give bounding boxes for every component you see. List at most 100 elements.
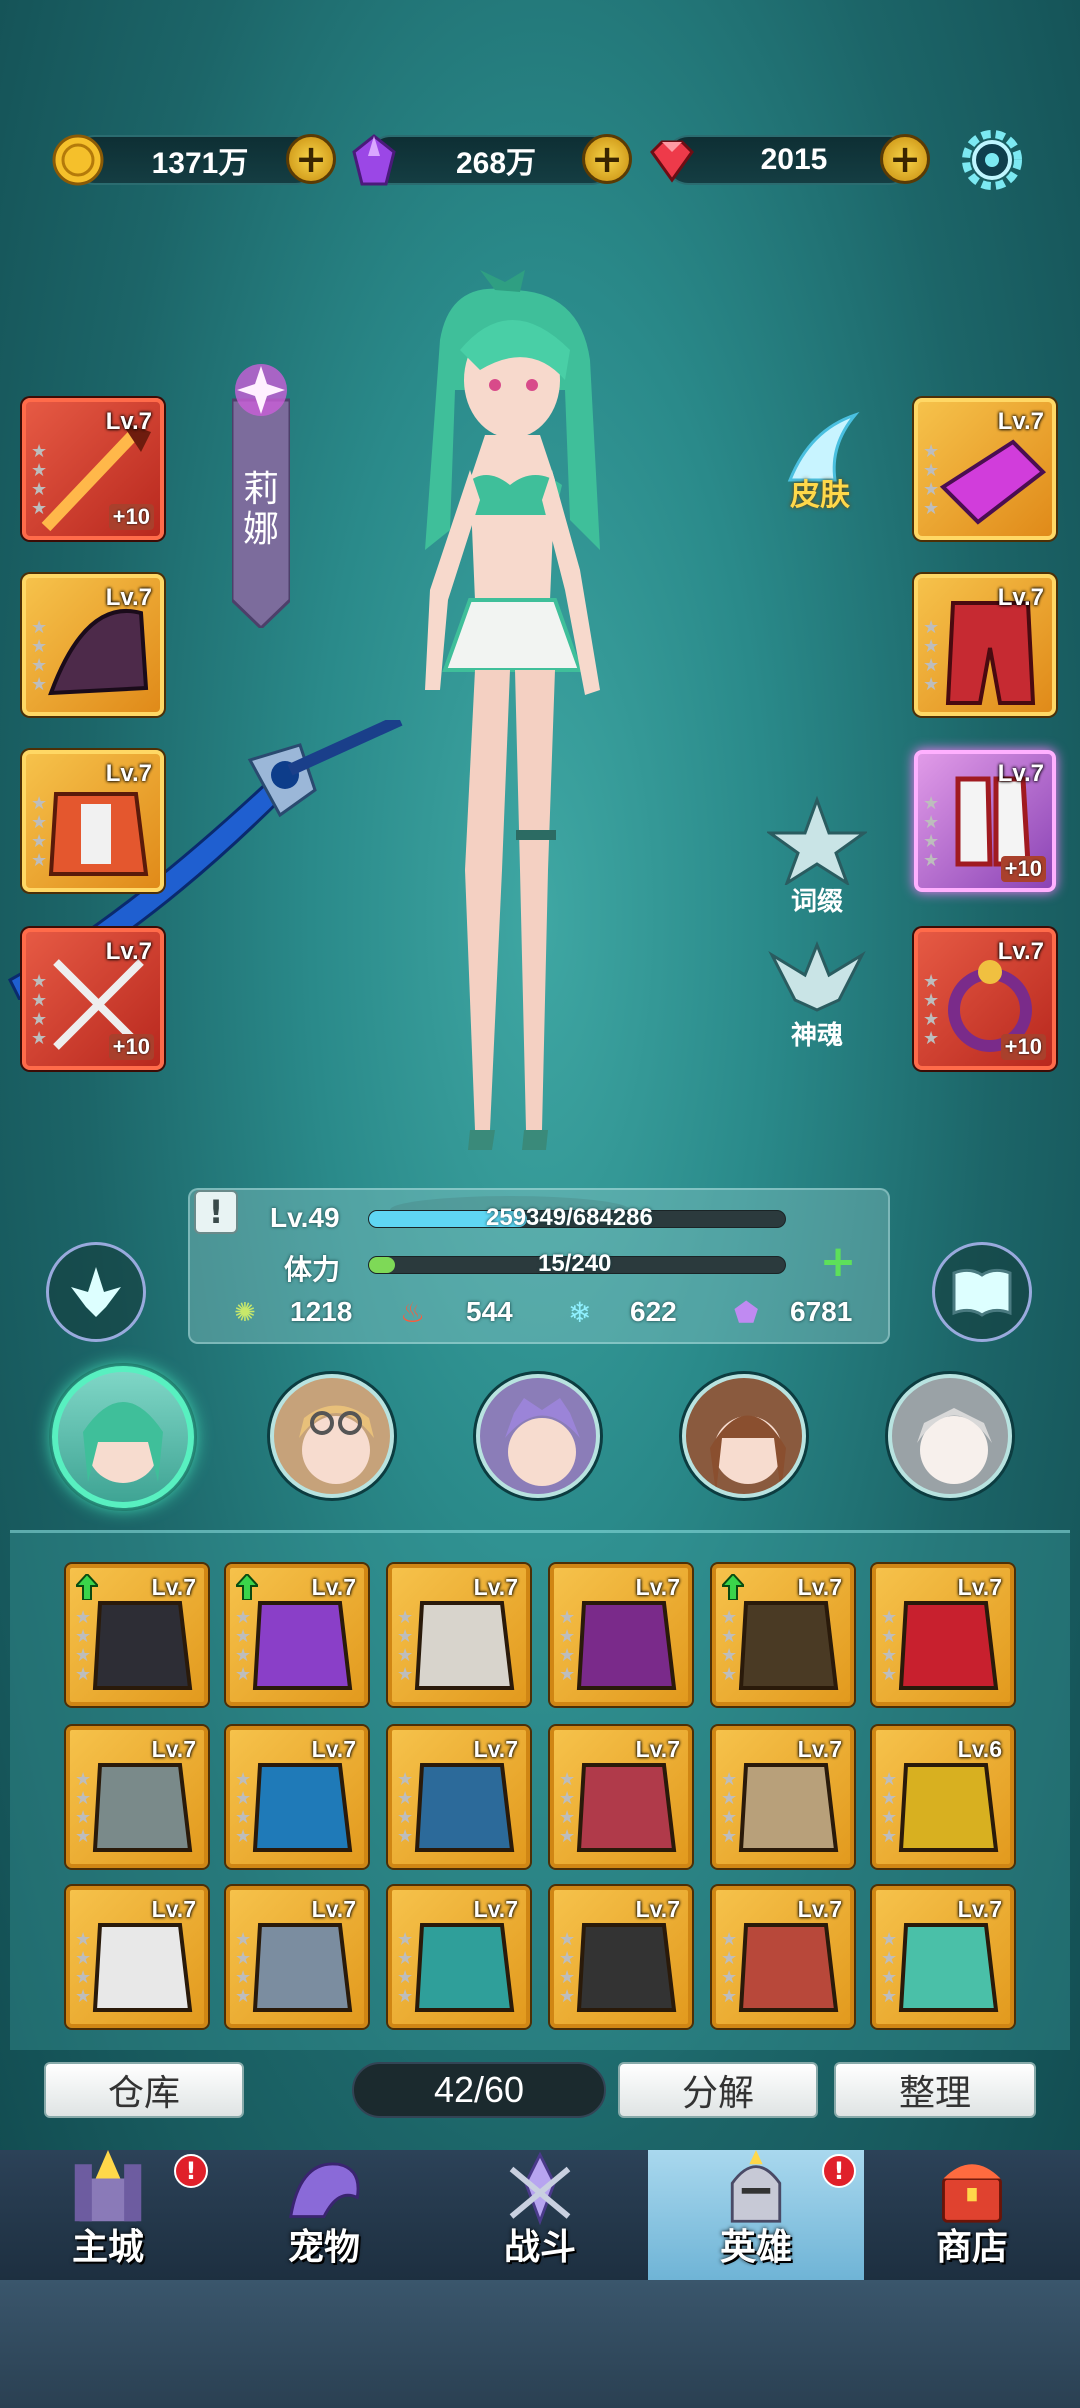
exp-value: 259349/684286 <box>486 1204 653 1231</box>
attr-attack: 1218 <box>290 1296 353 1327</box>
soul-button[interactable]: 神魂 <box>762 935 872 1052</box>
book-icon <box>952 1268 1012 1317</box>
sort-button[interactable]: 整理 <box>834 2062 1036 2118</box>
inventory-item[interactable]: ★ ★ ★ ★ Lv.7 <box>712 1564 854 1706</box>
hero-portrait-4[interactable] <box>682 1374 806 1498</box>
inventory-item[interactable]: ★ ★ ★ ★ Lv.7 <box>226 1564 368 1706</box>
equip-level: Lv.7 <box>105 408 152 435</box>
inventory-item[interactable]: ★ ★ ★ ★ Lv.7 <box>712 1726 854 1868</box>
purple-crystal-icon <box>352 134 396 186</box>
star-rating-icon: ★ ★ ★ ★ <box>235 1929 252 2007</box>
item-level: Lv.7 <box>151 1896 196 1922</box>
inventory-item[interactable]: ★ ★ ★ ★ Lv.6 <box>872 1726 1014 1868</box>
hero-name: 莉 娜 <box>232 470 290 550</box>
affix-label: 词缀 <box>790 887 843 917</box>
item-level: Lv.7 <box>797 1736 842 1762</box>
affix-button[interactable]: 词缀 <box>762 795 872 918</box>
talent-tree-button[interactable] <box>46 1242 146 1342</box>
inventory-item[interactable]: ★ ★ ★ ★ Lv.7 <box>226 1886 368 2028</box>
soul-label: 神魂 <box>790 1021 843 1051</box>
star-rating-icon: ★ ★ ★ ★ <box>923 441 940 519</box>
crystal-display: 268万 + <box>352 134 632 186</box>
item-level: Lv.7 <box>473 1574 518 1600</box>
info-alert-icon[interactable]: ! <box>194 1190 238 1234</box>
shield-icon: ⬟ <box>734 1296 759 1329</box>
equip-slot-helmet[interactable]: ★ ★ ★ ★ Lv.7 <box>22 574 164 716</box>
star-rating-icon: ★ ★ ★ ★ <box>923 793 940 871</box>
inventory-item[interactable]: ★ ★ ★ ★ Lv.7 <box>872 1564 1014 1706</box>
hero-portrait-3[interactable] <box>476 1374 600 1498</box>
red-gem-icon <box>650 140 694 183</box>
nav-pet[interactable]: 宠物 <box>216 2150 432 2280</box>
star-rating-icon: ★ ★ ★ ★ <box>397 1769 414 1847</box>
inventory-item[interactable]: ★ ★ ★ ★ Lv.7 <box>388 1564 530 1706</box>
gold-add-button[interactable]: + <box>286 134 336 184</box>
equip-slot-weapon[interactable]: ★ ★ ★ ★ Lv.7 +10 <box>22 398 164 540</box>
equip-slot-ring[interactable]: ★ ★ ★ ★ Lv.7 +10 <box>914 928 1056 1070</box>
upgrade-arrow-icon <box>722 1574 744 1600</box>
crystal-add-button[interactable]: + <box>582 134 632 184</box>
gold-coin-icon <box>52 134 104 186</box>
attack-icon: ✺ <box>234 1298 256 1328</box>
star-rating-icon: ★ ★ ★ ★ <box>31 441 48 519</box>
gem-display: 2015 + <box>650 134 930 185</box>
equip-level: Lv.7 <box>997 938 1044 965</box>
enhance-level-badge: +10 <box>108 504 154 530</box>
item-level: Lv.7 <box>635 1896 680 1922</box>
inventory-item[interactable]: ★ ★ ★ ★ Lv.7 <box>388 1886 530 2028</box>
hero-portrait-2[interactable] <box>270 1374 394 1498</box>
main-city-alert-icon: ! <box>174 2154 208 2188</box>
gem-add-button[interactable]: + <box>880 134 930 184</box>
star-rating-icon: ★ ★ ★ ★ <box>31 617 48 695</box>
equip-slot-armor[interactable]: ★ ★ ★ ★ Lv.7 <box>22 750 164 892</box>
star-rating-icon: ★ ★ ★ ★ <box>235 1607 252 1685</box>
star-rating-icon: ★ ★ ★ ★ <box>881 1769 898 1847</box>
inventory-item[interactable]: ★ ★ ★ ★ Lv.7 <box>550 1564 692 1706</box>
skin-button[interactable]: 皮肤 <box>770 410 870 514</box>
item-level: Lv.7 <box>151 1574 196 1600</box>
inventory-item[interactable]: ★ ★ ★ ★ Lv.7 <box>66 1564 208 1706</box>
item-level: Lv.7 <box>797 1896 842 1922</box>
star-rating-icon: ★ ★ ★ ★ <box>559 1607 576 1685</box>
enhance-level-badge: +10 <box>108 1034 154 1060</box>
hero-portrait-5[interactable] <box>888 1374 1012 1498</box>
equip-slot-pants[interactable]: ★ ★ ★ ★ Lv.7 <box>914 574 1056 716</box>
stamina-add-icon[interactable]: + <box>818 1240 858 1284</box>
equip-level: Lv.7 <box>997 760 1044 787</box>
codex-book-button[interactable] <box>932 1242 1032 1342</box>
inventory-count: 42/60 <box>352 2062 606 2118</box>
equip-slot-boots[interactable]: ★ ★ ★ ★ Lv.7 +10 <box>914 750 1056 892</box>
equip-slot-bracer[interactable]: ★ ★ ★ ★ Lv.7 <box>914 398 1056 540</box>
nav-main-city-label: 主城 <box>71 2227 144 2268</box>
inventory-item[interactable]: ★ ★ ★ ★ Lv.7 <box>226 1726 368 1868</box>
star-rating-icon: ★ ★ ★ ★ <box>923 617 940 695</box>
star-rating-icon: ★ ★ ★ ★ <box>75 1607 92 1685</box>
nav-battle[interactable]: 战斗 <box>432 2150 648 2280</box>
inventory-item[interactable]: ★ ★ ★ ★ Lv.7 <box>550 1886 692 2028</box>
warehouse-button[interactable]: 仓库 <box>44 2062 244 2118</box>
green-hair-girl-avatar <box>83 1402 163 1483</box>
decompose-button[interactable]: 分解 <box>618 2062 818 2118</box>
nav-hero-label: 英雄 <box>719 2227 792 2268</box>
inventory-item[interactable]: ★ ★ ★ ★ Lv.7 <box>872 1886 1014 2028</box>
hero-portrait-lina[interactable] <box>52 1366 194 1508</box>
gem-value: 2015 <box>760 143 828 176</box>
inventory-item[interactable]: ★ ★ ★ ★ Lv.7 <box>550 1726 692 1868</box>
item-level: Lv.6 <box>957 1736 1002 1762</box>
inventory-item[interactable]: ★ ★ ★ ★ Lv.7 <box>66 1726 208 1868</box>
inventory-item[interactable]: ★ ★ ★ ★ Lv.7 <box>712 1886 854 2028</box>
inventory-item[interactable]: ★ ★ ★ ★ Lv.7 <box>388 1726 530 1868</box>
crystal-value: 268万 <box>455 147 537 180</box>
star-rating-icon: ★ ★ ★ ★ <box>881 1929 898 2007</box>
nav-shop[interactable]: 商店 <box>864 2150 1080 2280</box>
gold-display: 1371万 + <box>52 134 336 186</box>
star-rating-icon: ★ ★ ★ ★ <box>31 971 48 1049</box>
star-rating-icon: ★ ★ ★ ★ <box>75 1769 92 1847</box>
inventory-item[interactable]: ★ ★ ★ ★ Lv.7 <box>66 1886 208 2028</box>
settings-gear-icon[interactable] <box>960 128 1024 192</box>
nav-shop-label: 商店 <box>935 2227 1008 2268</box>
equip-level: Lv.7 <box>105 760 152 787</box>
equip-level: Lv.7 <box>997 584 1044 611</box>
equip-slot-necklace[interactable]: ★ ★ ★ ★ Lv.7 +10 <box>22 928 164 1070</box>
enhance-level-badge: +10 <box>1000 1034 1046 1060</box>
